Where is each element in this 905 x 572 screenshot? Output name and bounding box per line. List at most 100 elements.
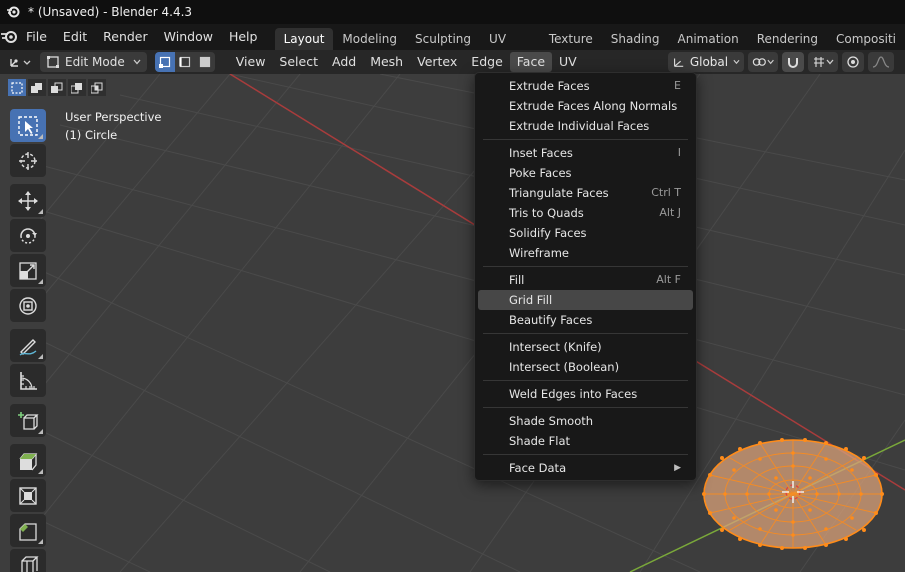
- menu-item-intersect-knife[interactable]: Intersect (Knife): [478, 337, 693, 357]
- move-tool[interactable]: [10, 184, 46, 217]
- menu-help[interactable]: Help: [221, 26, 266, 48]
- vertex-select-button[interactable]: [154, 52, 175, 72]
- tab-animation[interactable]: Animation: [669, 28, 748, 50]
- select-subtract-button[interactable]: [48, 79, 66, 96]
- menu-item-shortcut: E: [674, 79, 681, 92]
- edge-select-button[interactable]: [174, 52, 195, 72]
- menu-item-label: Triangulate Faces: [509, 186, 609, 200]
- scale-tool[interactable]: [10, 254, 46, 287]
- editor-type-button[interactable]: [8, 52, 34, 72]
- tab-sculpting[interactable]: Sculpting: [406, 28, 480, 50]
- menu-item-label: Beautify Faces: [509, 313, 593, 327]
- snap-target-dropdown[interactable]: [808, 52, 838, 72]
- bevel-tool[interactable]: [10, 514, 46, 547]
- menu-mesh[interactable]: Mesh: [363, 52, 410, 72]
- 3d-viewport[interactable]: User Perspective (1) Circle: [0, 74, 905, 572]
- mode-select-dropdown[interactable]: Edit Mode: [40, 52, 147, 72]
- menu-edit[interactable]: Edit: [55, 26, 95, 48]
- tab-uv-editing[interactable]: UV Editing: [480, 28, 540, 68]
- cursor-tool[interactable]: [10, 144, 46, 177]
- menu-item-fill[interactable]: Fill Alt F: [478, 270, 693, 290]
- orientation-axes-icon: [674, 58, 684, 67]
- select-mode-group: [154, 52, 215, 72]
- menu-item-inset-faces[interactable]: Inset Faces I: [478, 143, 693, 163]
- select-new-button[interactable]: [8, 79, 26, 96]
- cursor-icon: [19, 151, 37, 170]
- menu-item-weld-edges-into-faces[interactable]: Weld Edges into Faces: [478, 384, 693, 404]
- face-dropdown-menu: Extrude Faces E Extrude Faces Along Normal…: [474, 72, 697, 481]
- menu-separator: [483, 380, 688, 381]
- top-menu-bar: File Edit Render Window Help Layout Mode…: [0, 24, 905, 68]
- menu-window[interactable]: Window: [156, 26, 221, 48]
- proportional-edit-toggle[interactable]: [842, 52, 864, 72]
- orientation-label: Global: [689, 55, 729, 69]
- blender-menu-icon[interactable]: [0, 30, 18, 44]
- falloff-dropdown[interactable]: [868, 52, 894, 72]
- menu-item-beautify-faces[interactable]: Beautify Faces: [478, 310, 693, 330]
- measure-tool[interactable]: [10, 364, 46, 397]
- circle-mesh[interactable]: [702, 438, 884, 550]
- select-invert-button[interactable]: [68, 79, 86, 96]
- menu-item-intersect-boolean[interactable]: Intersect (Boolean): [478, 357, 693, 377]
- menu-item-label: Grid Fill: [509, 293, 553, 307]
- menu-item-label: Wireframe: [509, 246, 569, 260]
- menu-item-poke-faces[interactable]: Poke Faces: [478, 163, 693, 183]
- extrude-region-tool[interactable]: [10, 444, 46, 477]
- menu-item-grid-fill[interactable]: Grid Fill: [478, 290, 693, 310]
- menu-item-face-data[interactable]: Face Data ▶: [478, 458, 693, 478]
- menu-item-solidify-faces[interactable]: Solidify Faces: [478, 223, 693, 243]
- move-icon: [18, 190, 38, 211]
- menu-item-shade-smooth[interactable]: Shade Smooth: [478, 411, 693, 431]
- menu-item-tris-to-quads[interactable]: Tris to Quads Alt J: [478, 203, 693, 223]
- viewport-header: Edit Mode View Select Add Mesh Vertex Ed…: [0, 50, 905, 74]
- inset-faces-tool[interactable]: [10, 479, 46, 512]
- transform-orientation-dropdown[interactable]: Global: [668, 52, 744, 72]
- menu-item-shade-flat[interactable]: Shade Flat: [478, 431, 693, 451]
- menu-select[interactable]: Select: [272, 52, 325, 72]
- select-box-icon: [18, 115, 38, 136]
- menu-view[interactable]: View: [229, 52, 273, 72]
- menu-add[interactable]: Add: [325, 52, 363, 72]
- tab-texture-paint[interactable]: Texture Paint: [540, 28, 602, 68]
- rotate-tool[interactable]: [10, 219, 46, 252]
- tab-rendering[interactable]: Rendering: [748, 28, 827, 50]
- title-bar: * (Unsaved) - Blender 4.4.3: [0, 0, 905, 24]
- add-cube-tool[interactable]: [10, 404, 46, 437]
- menu-item-label: Extrude Faces Along Normals: [509, 99, 678, 113]
- menu-item-shortcut: Alt J: [659, 206, 681, 219]
- menu-item-label: Intersect (Knife): [509, 340, 602, 354]
- snap-grid-icon: [814, 57, 824, 67]
- snap-toggle[interactable]: [782, 52, 804, 72]
- selection-mode-row: [8, 79, 106, 96]
- menu-vertex[interactable]: Vertex: [410, 52, 464, 72]
- transform-tool[interactable]: [10, 289, 46, 322]
- menu-file[interactable]: File: [18, 26, 55, 48]
- face-select-button[interactable]: [194, 52, 215, 72]
- tab-modeling[interactable]: Modeling: [333, 28, 406, 50]
- menu-item-extrude-faces[interactable]: Extrude Faces E: [478, 76, 693, 96]
- menu-edge[interactable]: Edge: [464, 52, 509, 72]
- menu-face[interactable]: Face: [509, 52, 553, 72]
- menu-item-extrude-individual-faces[interactable]: Extrude Individual Faces: [478, 116, 693, 136]
- edit-mode-icon: [47, 56, 59, 68]
- pivot-point-dropdown[interactable]: [748, 52, 778, 72]
- select-box-tool[interactable]: [10, 109, 46, 142]
- falloff-curve-icon: [872, 56, 890, 68]
- menu-item-wireframe[interactable]: Wireframe: [478, 243, 693, 263]
- loop-cut-tool[interactable]: [10, 549, 46, 572]
- menu-item-triangulate-faces[interactable]: Triangulate Faces Ctrl T: [478, 183, 693, 203]
- menu-uv[interactable]: UV: [552, 52, 584, 72]
- tab-layout[interactable]: Layout: [274, 28, 334, 50]
- menu-item-extrude-faces-along-normals[interactable]: Extrude Faces Along Normals: [478, 96, 693, 116]
- select-extend-button[interactable]: [28, 79, 46, 96]
- annotate-tool[interactable]: [10, 329, 46, 362]
- tab-compositing[interactable]: Compositi: [827, 28, 905, 50]
- extrude-icon: [19, 452, 38, 470]
- loop-cut-icon: [21, 555, 39, 572]
- tab-shading[interactable]: Shading: [602, 28, 669, 50]
- select-extend-icon: [31, 82, 42, 93]
- menu-item-label: Face Data: [509, 461, 567, 475]
- menu-render[interactable]: Render: [95, 26, 156, 48]
- select-intersect-button[interactable]: [88, 79, 106, 96]
- select-invert-icon: [71, 82, 82, 93]
